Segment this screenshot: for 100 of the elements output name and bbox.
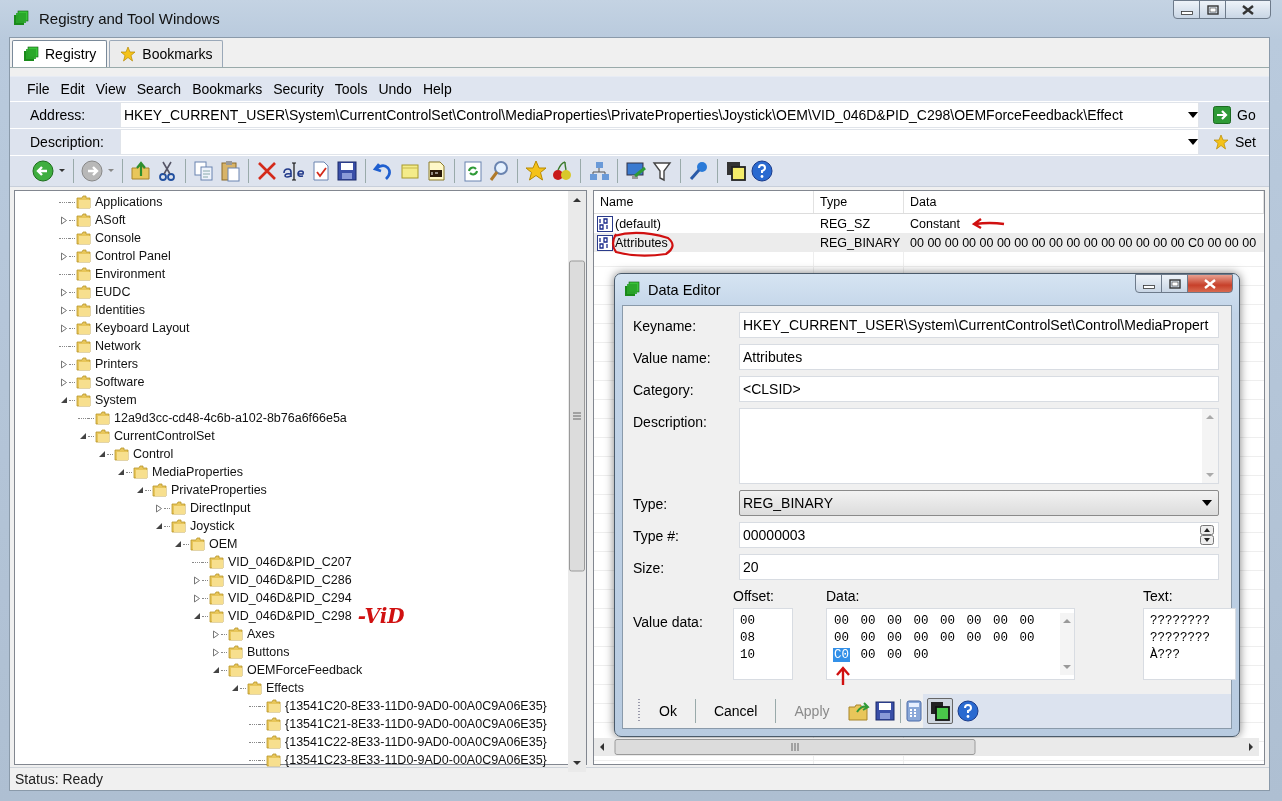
expand-arrow-icon[interactable]	[60, 377, 68, 387]
tree-item[interactable]: ASoft	[95, 213, 126, 227]
menu-item[interactable]: Search	[131, 79, 188, 99]
menu-item[interactable]: Security	[268, 79, 330, 99]
filter-icon[interactable]	[651, 160, 673, 182]
dialog-button[interactable]: Cancel	[699, 699, 772, 723]
hex-byte[interactable]: 00	[833, 614, 850, 628]
monitor-pen-icon[interactable]	[625, 160, 647, 182]
menu-item[interactable]: Tools	[329, 79, 374, 99]
collapse-arrow-icon[interactable]	[174, 540, 182, 548]
tree-item[interactable]: Effects	[266, 681, 304, 695]
menu-item[interactable]: Help	[417, 79, 458, 99]
column-header[interactable]: Name	[594, 191, 814, 213]
tree-item[interactable]: Network	[95, 339, 141, 353]
delete-x-icon[interactable]	[256, 160, 278, 182]
tree-item[interactable]: Axes	[247, 627, 275, 641]
tree-item[interactable]: VID_046D&PID_C286	[228, 573, 352, 587]
close-button[interactable]	[1225, 0, 1271, 19]
tree-item[interactable]: MediaProperties	[152, 465, 243, 479]
input-field[interactable]: 20	[739, 554, 1219, 580]
hex-byte[interactable]: 00	[886, 614, 904, 628]
tree-item[interactable]: CurrentControlSet	[114, 429, 215, 443]
expand-arrow-icon[interactable]	[212, 647, 220, 657]
tree-item[interactable]: System	[95, 393, 137, 407]
spinner-arrows-icon[interactable]	[1200, 525, 1214, 545]
expand-arrow-icon[interactable]	[60, 251, 68, 261]
expand-arrow-icon[interactable]	[60, 305, 68, 315]
type-dropdown[interactable]: REG_BINARY	[739, 490, 1219, 516]
text-document-icon[interactable]	[425, 160, 447, 182]
tree-item[interactable]: Software	[95, 375, 145, 389]
collapse-arrow-icon[interactable]	[60, 396, 68, 404]
vertical-scrollbar[interactable]	[568, 191, 586, 772]
hex-byte[interactable]: 00	[1018, 614, 1036, 628]
hex-byte[interactable]: 00	[859, 614, 877, 628]
tree-item[interactable]: VID_046D&PID_C294	[228, 591, 352, 605]
menu-item[interactable]: File	[22, 79, 56, 99]
value-name[interactable]: (default)	[615, 216, 661, 231]
cherries-icon[interactable]	[551, 160, 573, 182]
pushpin-icon[interactable]	[688, 160, 710, 182]
copy-icon[interactable]	[193, 160, 215, 182]
dropdown-caret-icon[interactable]	[1188, 139, 1198, 145]
address-field[interactable]: HKEY_CURRENT_USER\System\CurrentControlSet\Control\MediaProperties\PrivateProperties\Joystick\OEM\VID_046D&PID_C298\OEMForceFeedback\Effect	[120, 102, 1199, 128]
folder-up-arrow-icon[interactable]	[130, 160, 152, 182]
tree-item[interactable]: Control Panel	[95, 249, 171, 263]
tree-item[interactable]: Identities	[95, 303, 146, 317]
expand-arrow-icon[interactable]	[60, 215, 68, 225]
refresh-icon[interactable]	[462, 160, 484, 182]
vertical-scrollbar[interactable]	[1060, 613, 1074, 675]
input-field[interactable]: HKEY_CURRENT_USER\System\CurrentControlSet\Control\MediaPropert	[739, 312, 1219, 338]
toggle-button[interactable]	[926, 698, 953, 724]
tree-item[interactable]: Console	[95, 231, 141, 245]
tab[interactable]: Registry	[12, 40, 108, 67]
tree-item[interactable]: Environment	[95, 267, 166, 281]
collapse-arrow-icon[interactable]	[136, 486, 144, 494]
horizontal-scrollbar[interactable]	[594, 738, 1259, 756]
hex-byte[interactable]: 00	[965, 614, 983, 628]
hex-byte[interactable]: 00	[912, 614, 930, 628]
search-icon[interactable]	[488, 160, 510, 182]
tab[interactable]: Bookmarks	[109, 40, 224, 67]
hex-byte[interactable]: 00	[859, 648, 877, 662]
hex-byte[interactable]: 00	[939, 614, 957, 628]
document-check-icon[interactable]	[310, 160, 332, 182]
star-icon[interactable]	[525, 160, 547, 182]
tree-item[interactable]: VID_046D&PID_C298	[228, 609, 352, 623]
hex-byte[interactable]: 00	[886, 648, 904, 662]
tree-item[interactable]: {13541C23-8E33-11D0-9AD0-00A0C9A06E35}	[285, 753, 547, 767]
expand-arrow-icon[interactable]	[155, 503, 163, 513]
tree-item[interactable]: DirectInput	[190, 501, 251, 515]
hex-byte[interactable]: 00	[912, 648, 930, 662]
scissors-icon[interactable]	[156, 160, 178, 182]
hex-byte[interactable]: 00	[965, 631, 983, 645]
tree-item[interactable]: {13541C22-8E33-11D0-9AD0-00A0C9A06E35}	[285, 735, 547, 749]
hex-byte[interactable]: 00	[939, 631, 957, 645]
menu-item[interactable]: View	[90, 79, 132, 99]
input-field[interactable]: <CLSID>	[739, 376, 1219, 402]
hex-byte[interactable]: 00	[992, 631, 1010, 645]
column-header[interactable]: Data	[904, 191, 1264, 213]
tree-item[interactable]: OEM	[209, 537, 238, 551]
hex-byte[interactable]: 00	[833, 631, 850, 645]
collapse-arrow-icon[interactable]	[98, 450, 106, 458]
menu-item[interactable]: Edit	[55, 79, 91, 99]
tree-item[interactable]: {13541C21-8E33-11D0-9AD0-00A0C9A06E35}	[285, 717, 547, 731]
expand-arrow-icon[interactable]	[193, 575, 201, 585]
tree-item[interactable]: {13541C20-8E33-11D0-9AD0-00A0C9A06E35}	[285, 699, 547, 713]
hex-byte[interactable]: 00	[992, 614, 1010, 628]
minimize-button[interactable]	[1173, 0, 1200, 19]
tree-item[interactable]: OEMForceFeedback	[247, 663, 363, 677]
overlapping-windows-icon[interactable]	[725, 160, 747, 182]
hex-byte[interactable]: 00	[886, 631, 904, 645]
hex-byte[interactable]: 00	[1018, 631, 1036, 645]
collapse-arrow-icon[interactable]	[155, 522, 163, 530]
tree-item[interactable]: Joystick	[190, 519, 235, 533]
dialog-button[interactable]: Ok	[645, 699, 691, 723]
tree-item[interactable]: Buttons	[247, 645, 290, 659]
menu-item[interactable]: Bookmarks	[187, 79, 269, 99]
tree-item[interactable]: Control	[133, 447, 174, 461]
maximize-button[interactable]	[1199, 0, 1226, 19]
vertical-scrollbar[interactable]	[1202, 409, 1218, 483]
hex-byte[interactable]: 00	[912, 631, 930, 645]
value-name[interactable]: Attributes	[615, 235, 668, 250]
